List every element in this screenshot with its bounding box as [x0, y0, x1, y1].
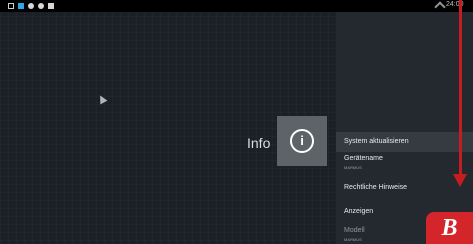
- menu-item-subtitle: MARMUS: [344, 237, 362, 242]
- menu-item-label: Rechtliche Hinweise: [344, 184, 408, 191]
- b-badge: B: [426, 212, 473, 244]
- menu-item-label: Gerätename: [344, 155, 383, 162]
- menu-item-system-update[interactable]: System aktualisieren: [336, 132, 473, 152]
- status-icon-4: [38, 3, 44, 9]
- status-icon-2: [18, 3, 24, 9]
- menu-item-label: Modell: [344, 227, 365, 234]
- status-icon-1: [8, 3, 14, 9]
- status-icon-5: [48, 3, 54, 9]
- menu-item-label: System aktualisieren: [344, 138, 409, 145]
- red-arrow-shaft: [459, 0, 462, 176]
- info-label: Info: [247, 135, 271, 151]
- wifi-icon: [434, 1, 446, 13]
- info-icon: i: [290, 129, 314, 153]
- menu-item-label: Anzeigen: [344, 208, 374, 215]
- status-bar: 24:00: [0, 0, 473, 13]
- menu-item-subtitle: MARMUS: [344, 165, 362, 170]
- red-arrow-head-icon: [453, 174, 467, 187]
- status-icon-3: [28, 3, 34, 9]
